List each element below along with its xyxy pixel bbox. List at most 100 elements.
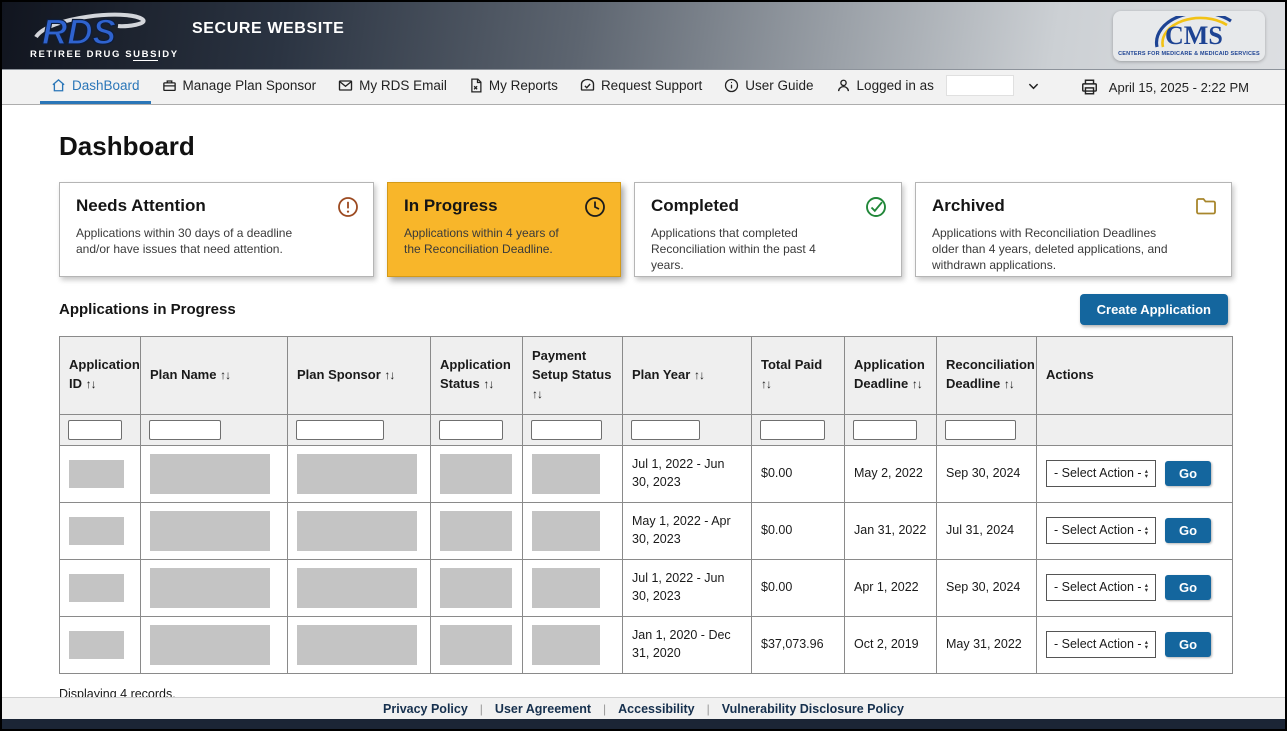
footer-link-user-agreement[interactable]: User Agreement [495, 702, 591, 716]
redacted-payment-setup-status [532, 625, 600, 665]
go-button[interactable]: Go [1165, 575, 1211, 600]
action-select[interactable]: - Select Action -▴▾ [1046, 574, 1156, 601]
page-footer: Privacy Policy | User Agreement | Access… [2, 697, 1285, 719]
go-button[interactable]: Go [1165, 518, 1211, 543]
action-select[interactable]: - Select Action -▴▾ [1046, 631, 1156, 658]
card-completed[interactable]: Completed Applications that completed Re… [634, 182, 902, 277]
col-header-payment-setup-status[interactable]: Payment Setup Status ↑↓ [523, 337, 623, 415]
filter-plan-name-input[interactable] [149, 420, 221, 440]
application-deadline-cell: Apr 1, 2022 [845, 559, 937, 616]
col-header-plan-name[interactable]: Plan Name ↑↓ [141, 337, 288, 415]
svg-text:RDS: RDS [42, 13, 116, 51]
col-header-plan-sponsor[interactable]: Plan Sponsor ↑↓ [288, 337, 431, 415]
footer-link-accessibility[interactable]: Accessibility [618, 702, 694, 716]
col-header-reconciliation-deadline[interactable]: Reconciliation Deadline ↑↓ [937, 337, 1037, 415]
filter-plan-sponsor-input[interactable] [296, 420, 384, 440]
filter-plan-year-input[interactable] [631, 420, 700, 440]
reconciliation-deadline-cell: Jul 31, 2024 [937, 502, 1037, 559]
sort-icon[interactable]: ↑↓ [694, 368, 704, 382]
redacted-application-status [440, 511, 512, 551]
folder-icon [1195, 196, 1217, 216]
envelope-icon [338, 78, 353, 93]
main-navbar: DashBoard Manage Plan Sponsor My RDS Ema… [2, 70, 1285, 105]
filter-application-id-input[interactable] [68, 420, 122, 440]
redacted-plan-sponsor [297, 625, 417, 665]
sort-icon[interactable]: ↑↓ [86, 377, 96, 391]
clock-icon [584, 196, 606, 218]
sort-icon[interactable]: ↑↓ [384, 368, 394, 382]
filter-reconciliation-deadline-input[interactable] [945, 420, 1016, 440]
sort-icon[interactable]: ↑↓ [1004, 377, 1014, 391]
applications-section-header: Applications in Progress Create Applicat… [59, 294, 1228, 325]
nav-utilities: April 15, 2025 - 2:22 PM [1080, 70, 1265, 104]
col-header-application-deadline[interactable]: Application Deadline ↑↓ [845, 337, 937, 415]
action-select[interactable]: - Select Action -▴▾ [1046, 460, 1156, 487]
application-deadline-cell: Oct 2, 2019 [845, 616, 937, 673]
top-banner: RDS RETIREE DRUG SUBSIDY SECURE WEBSITE … [2, 2, 1285, 70]
create-application-button[interactable]: Create Application [1080, 294, 1228, 325]
plan-year-cell: Jan 1, 2020 - Dec 31, 2020 [623, 616, 752, 673]
filter-application-deadline-input[interactable] [853, 420, 917, 440]
sort-icon[interactable]: ↑↓ [483, 377, 493, 391]
total-paid-cell: $0.00 [752, 559, 845, 616]
bottom-navy-bar [2, 719, 1285, 729]
action-select[interactable]: - Select Action -▴▾ [1046, 517, 1156, 544]
sort-icon[interactable]: ↑↓ [912, 377, 922, 391]
select-arrows-icon: ▴▾ [1145, 526, 1148, 536]
redacted-plan-sponsor [297, 511, 417, 551]
svg-text:CMS: CMS [1165, 21, 1223, 50]
filter-payment-setup-status-input[interactable] [531, 420, 602, 440]
plan-year-cell: Jul 1, 2022 - Jun 30, 2023 [623, 559, 752, 616]
redacted-plan-name [150, 625, 270, 665]
sort-icon[interactable]: ↑↓ [220, 368, 230, 382]
redacted-application-id [69, 460, 124, 488]
plan-year-cell: Jul 1, 2022 - Jun 30, 2023 [623, 445, 752, 502]
footer-divider: | [603, 702, 606, 716]
nav-item-my-reports[interactable]: My Reports [458, 70, 569, 104]
chevron-down-icon[interactable] [1028, 82, 1039, 90]
printer-icon[interactable] [1080, 78, 1099, 96]
redacted-plan-sponsor [297, 454, 417, 494]
rds-tagline: RETIREE DRUG SUBSIDY [30, 49, 170, 60]
status-cards: Needs Attention Applications within 30 d… [59, 182, 1228, 277]
redacted-plan-sponsor [297, 568, 417, 608]
nav-item-my-rds-email[interactable]: My RDS Email [327, 70, 458, 104]
col-header-application-status[interactable]: Application Status ↑↓ [431, 337, 523, 415]
select-arrows-icon: ▴▾ [1145, 469, 1148, 479]
select-arrows-icon: ▴▾ [1145, 583, 1148, 593]
check-circle-icon [865, 196, 887, 218]
redacted-plan-name [150, 511, 270, 551]
total-paid-cell: $37,073.96 [752, 616, 845, 673]
envelope-check-icon [580, 78, 595, 93]
table-row: Jul 1, 2022 - Jun 30, 2023 $0.00 Apr 1, … [60, 559, 1233, 616]
footer-divider: | [480, 702, 483, 716]
card-in-progress[interactable]: In Progress Applications within 4 years … [387, 182, 621, 277]
nav-item-manage-plan-sponsor[interactable]: Manage Plan Sponsor [151, 70, 328, 104]
nav-item-dashboard[interactable]: DashBoard [40, 70, 151, 104]
go-button[interactable]: Go [1165, 632, 1211, 657]
total-paid-cell: $0.00 [752, 502, 845, 559]
application-deadline-cell: Jan 31, 2022 [845, 502, 937, 559]
reconciliation-deadline-cell: May 31, 2022 [937, 616, 1037, 673]
filter-total-paid-input[interactable] [760, 420, 825, 440]
col-header-total-paid[interactable]: Total Paid ↑↓ [752, 337, 845, 415]
applications-table: Application ID ↑↓ Plan Name ↑↓ Plan Spon… [59, 336, 1233, 674]
card-archived[interactable]: Archived Applications with Reconciliatio… [915, 182, 1232, 277]
card-title: Archived [932, 196, 1215, 216]
sort-icon[interactable]: ↑↓ [761, 377, 771, 391]
nav-item-request-support[interactable]: Request Support [569, 70, 713, 104]
redacted-application-id [69, 631, 124, 659]
go-button[interactable]: Go [1165, 461, 1211, 486]
col-header-actions: Actions [1037, 337, 1233, 415]
footer-link-privacy-policy[interactable]: Privacy Policy [383, 702, 468, 716]
plan-year-cell: May 1, 2022 - Apr 30, 2023 [623, 502, 752, 559]
card-title: Completed [651, 196, 885, 216]
col-header-application-id[interactable]: Application ID ↑↓ [60, 337, 141, 415]
sort-icon[interactable]: ↑↓ [532, 387, 542, 401]
footer-link-vulnerability-disclosure-policy[interactable]: Vulnerability Disclosure Policy [722, 702, 904, 716]
logged-in-user-select[interactable] [946, 75, 1014, 96]
nav-item-user-guide[interactable]: User Guide [713, 70, 824, 104]
filter-application-status-input[interactable] [439, 420, 503, 440]
col-header-plan-year[interactable]: Plan Year ↑↓ [623, 337, 752, 415]
card-needs-attention[interactable]: Needs Attention Applications within 30 d… [59, 182, 374, 277]
